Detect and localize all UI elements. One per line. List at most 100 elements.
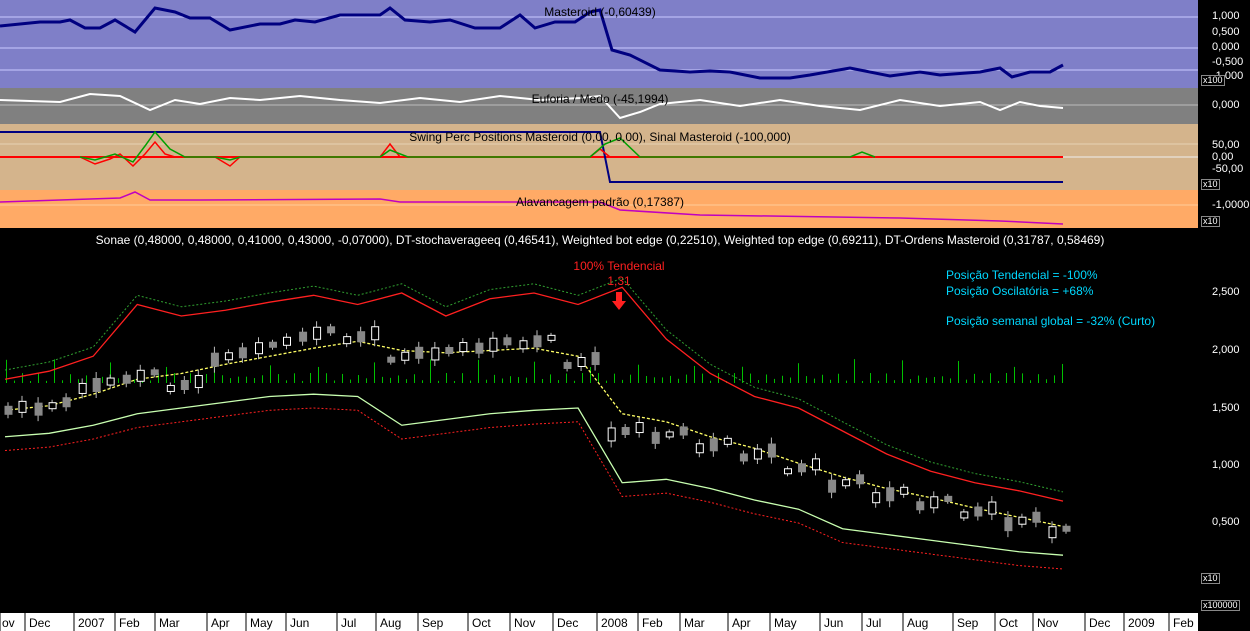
masteroid-title: Masteroid (-0,60439) [544, 5, 656, 19]
candle [960, 511, 969, 519]
volume-bar [814, 378, 815, 383]
volume-bar [14, 380, 15, 383]
volume-bar [302, 380, 303, 383]
volume-bar [646, 375, 647, 383]
volume-bar [926, 377, 927, 383]
volume-bar [462, 373, 463, 383]
volume-bar [494, 374, 495, 383]
candle [856, 474, 865, 485]
volume-bar [334, 380, 335, 383]
volume-bar [558, 380, 559, 383]
volume-bar [758, 380, 759, 383]
candle [166, 384, 175, 392]
volume-bar [118, 378, 119, 383]
volume-bar [398, 375, 399, 383]
volume-bar [734, 373, 735, 383]
volume-bar [830, 379, 831, 383]
volume-bar [614, 373, 615, 383]
volume-bar [1014, 366, 1015, 383]
candle [136, 369, 145, 382]
volume-bar [502, 378, 503, 383]
candle [489, 337, 498, 352]
candle [343, 336, 352, 345]
volume-bar [766, 374, 767, 383]
swing-tick: 50,00 [1212, 139, 1240, 151]
volume-bar [790, 377, 791, 383]
volume-bar [454, 380, 455, 383]
x-tick-label: Feb [1173, 616, 1194, 630]
volume-bar [782, 375, 783, 383]
candle [651, 431, 660, 444]
volume-bar [518, 377, 519, 383]
candle [92, 378, 101, 392]
candle [34, 402, 43, 416]
volume-bar [918, 375, 919, 383]
volume-bar [230, 378, 231, 383]
euforia-tick: 0,000 [1212, 99, 1240, 111]
candle [106, 377, 115, 386]
candle [1062, 525, 1071, 532]
x-tick-label: Oct [472, 616, 491, 630]
candle [695, 443, 704, 454]
x-tick-label: May [774, 616, 797, 630]
candle [445, 347, 454, 354]
volume-bar [854, 359, 855, 383]
volume-bar [878, 380, 879, 383]
volume-bar [942, 376, 943, 383]
volume-bar [190, 373, 191, 383]
masteroid-tick: 0,000 [1212, 41, 1240, 53]
candle [1032, 511, 1041, 523]
volume-bar [430, 359, 431, 383]
volume-bar [486, 379, 487, 383]
volume-bar [598, 373, 599, 383]
candle [194, 375, 203, 389]
volume-bar [870, 373, 871, 383]
candle [753, 448, 762, 460]
candle [210, 352, 219, 367]
volume-bar [1022, 373, 1023, 383]
volume-bar [798, 363, 799, 383]
candle [900, 486, 909, 495]
masteroid-tick: 0,500 [1212, 26, 1240, 38]
candle [503, 337, 512, 346]
masteroid-line [0, 6, 1064, 80]
series-line-weighted-bot-edge [4, 393, 1064, 556]
candle [78, 382, 87, 394]
candle [1004, 517, 1013, 532]
volume-bar [278, 374, 279, 383]
volume-bar [86, 375, 87, 383]
volume-bar [222, 375, 223, 383]
x-tick-label: Aug [907, 616, 928, 630]
volume-bar [774, 378, 775, 383]
volume-bars [6, 359, 1063, 383]
volume-bar [958, 360, 959, 383]
candle [944, 495, 953, 502]
volume-bar [406, 379, 407, 383]
x-tick-label: Sep [957, 616, 979, 630]
volume-bar [574, 380, 575, 383]
candle [665, 431, 674, 438]
candles [4, 320, 1071, 544]
x-tick-label: Apr [732, 616, 751, 630]
volume-bar [902, 360, 903, 383]
candle [547, 334, 556, 341]
x-tick-label: Feb [119, 616, 140, 630]
volume-bar [310, 373, 311, 383]
candle [812, 458, 820, 471]
candle [224, 352, 233, 361]
volume-bar [638, 364, 639, 383]
volume-bar [686, 374, 687, 383]
volume-bar [670, 375, 671, 383]
candle [4, 405, 13, 415]
main-price-chart [4, 277, 1071, 570]
volume-bar [966, 379, 967, 383]
volume-bar [678, 378, 679, 383]
x-axis-svg: ov Dec 2007 Feb Mar Apr May Jun Jul Aug Sep Oct Nov D… [0, 613, 1194, 631]
volume-bar [630, 374, 631, 383]
volume-bar [46, 380, 47, 383]
price-tick: 2,000 [1212, 344, 1240, 356]
candle [387, 356, 396, 363]
volume-bar [38, 373, 39, 383]
candle [872, 492, 881, 504]
volume-bar [550, 374, 551, 383]
